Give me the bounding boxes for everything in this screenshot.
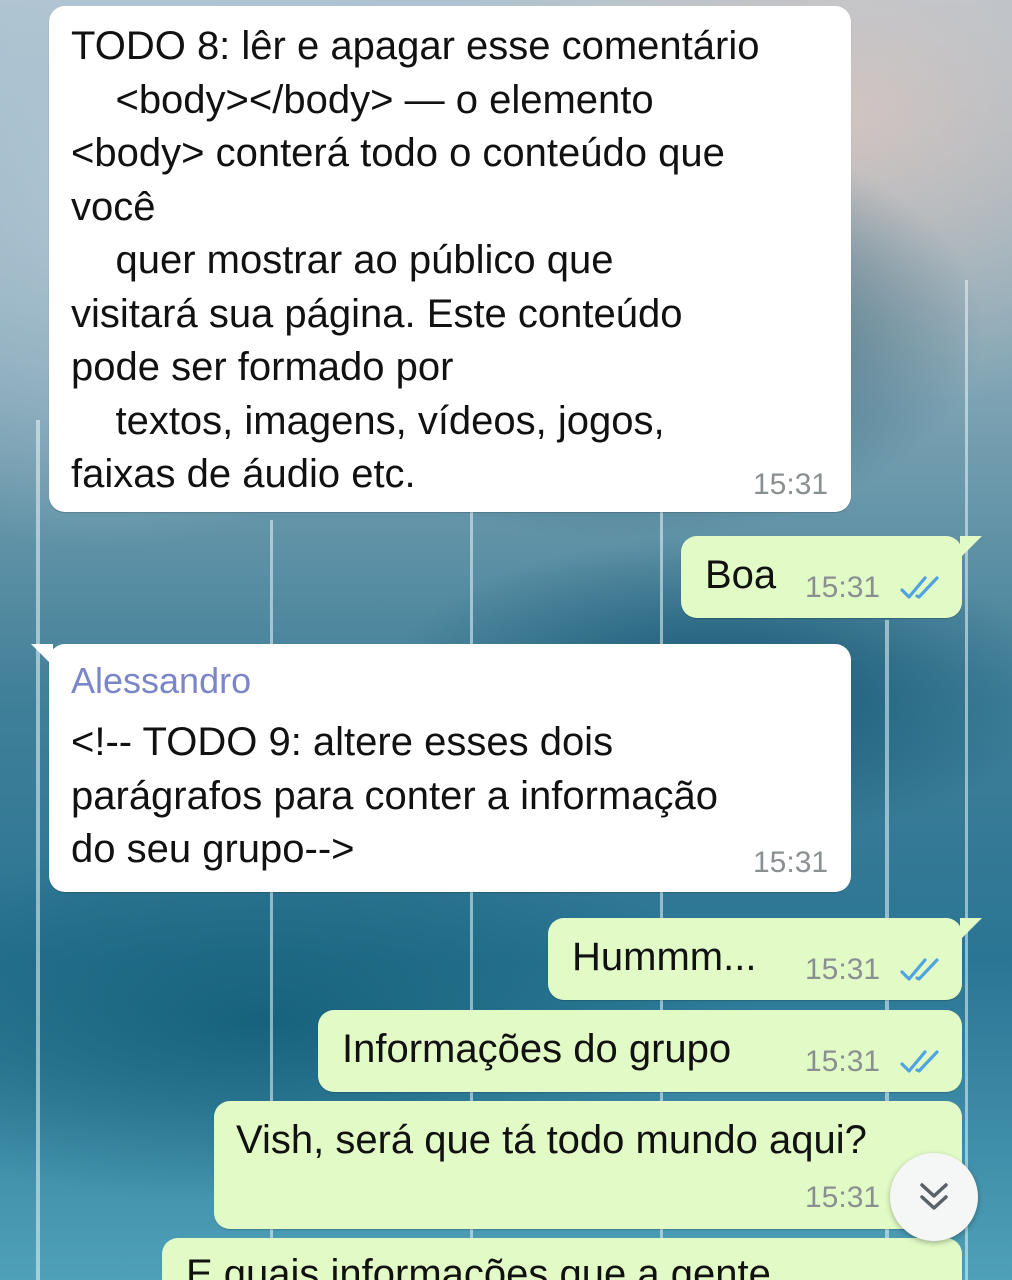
message-bubble-outgoing[interactable]: Boa 15:31 <box>681 536 982 618</box>
double-check-icon <box>900 958 939 981</box>
message-time: 15:31 <box>753 468 829 501</box>
wallpaper-stem <box>965 280 968 1280</box>
message-time: 15:31 <box>805 953 881 986</box>
message-bubble-outgoing[interactable]: Informações do grupo 15:31 <box>318 1010 962 1092</box>
bubble-tail <box>960 918 982 940</box>
message-time: 15:31 <box>805 1045 881 1078</box>
message-bubble-incoming[interactable]: TODO 8: lêr e apagar esse comentário <bo… <box>49 6 851 512</box>
sender-name[interactable]: Alessandro <box>71 660 831 702</box>
message-text: Vish, será que tá todo mundo aqui? <box>236 1118 867 1162</box>
message-text: TODO 8: lêr e apagar esse comentário <bo… <box>71 24 760 496</box>
message-bubble-outgoing[interactable]: E quais informações que a gente <box>162 1238 962 1280</box>
message-text: E quais informações que a gente <box>186 1252 771 1280</box>
message-time: 15:31 <box>753 846 829 879</box>
message-time: 15:31 <box>805 571 881 604</box>
bubble-tail <box>31 644 53 666</box>
double-check-icon <box>900 1050 939 1073</box>
scroll-to-bottom-button[interactable] <box>890 1153 978 1241</box>
message-bubble-outgoing[interactable]: Vish, será que tá todo mundo aqui? 15:31 <box>214 1101 962 1229</box>
bubble-tail <box>960 536 982 558</box>
double-chevron-down-icon <box>920 1183 948 1210</box>
double-check-icon <box>900 576 939 599</box>
message-time: 15:31 <box>805 1181 881 1214</box>
message-bubble-outgoing[interactable]: Hummm... 15:31 <box>548 918 982 1000</box>
message-text: <!-- TODO 9: altere esses dois parágrafo… <box>71 720 719 871</box>
wallpaper-stem <box>36 420 40 1280</box>
message-bubble-incoming[interactable]: Alessandro <!-- TODO 9: altere esses doi… <box>31 644 851 892</box>
